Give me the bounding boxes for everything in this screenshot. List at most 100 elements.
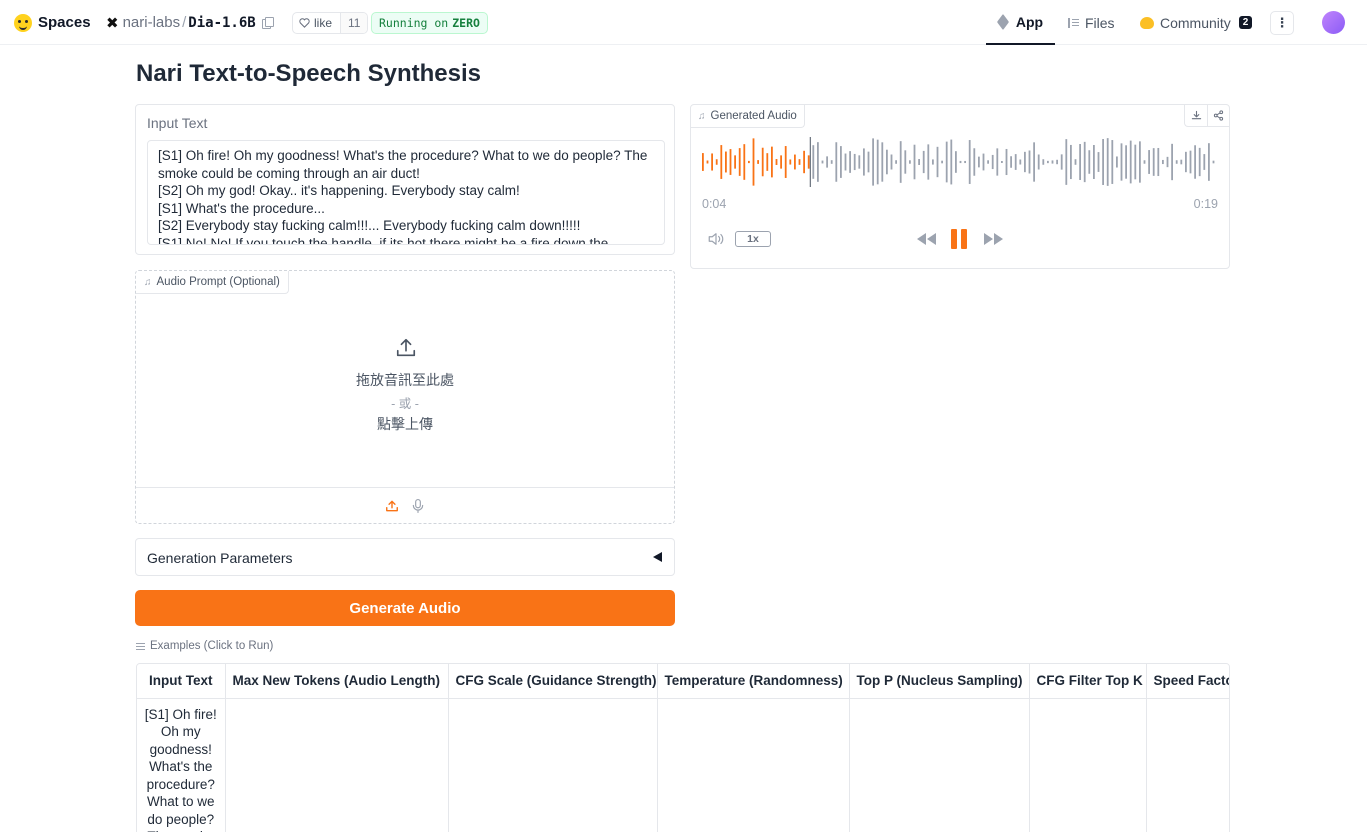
audio-prompt-label: Audio Prompt (Optional) xyxy=(156,276,280,288)
example-cell[interactable] xyxy=(1146,698,1229,832)
like-count[interactable]: 11 xyxy=(340,12,368,33)
waveform-bar xyxy=(922,150,925,174)
community-count-badge: 2 xyxy=(1238,16,1253,29)
hugging-face-logo-icon xyxy=(14,13,32,32)
waveform-bar xyxy=(945,141,948,183)
waveform-bar xyxy=(812,145,815,179)
waveform-bar xyxy=(743,144,746,180)
community-icon xyxy=(1140,16,1154,29)
example-cell[interactable] xyxy=(657,698,850,832)
skip-backward-button[interactable] xyxy=(915,229,937,249)
waveform-bar xyxy=(1120,143,1123,181)
waveform-bar xyxy=(978,156,980,168)
download-icon xyxy=(1191,110,1201,120)
waveform-bar xyxy=(748,160,750,164)
example-cell[interactable] xyxy=(448,698,658,832)
music-note-icon: ♫ xyxy=(698,110,706,122)
waveform-bar xyxy=(1051,160,1054,164)
avatar xyxy=(1322,11,1345,34)
waveform-bar xyxy=(1106,138,1109,186)
skip-forward-button[interactable] xyxy=(982,229,1004,249)
examples-header-row: Input Text Max New Tokens (Audio Length)… xyxy=(137,664,1229,699)
waveform-bar xyxy=(830,160,833,164)
generation-parameters-accordion[interactable]: Generation Parameters xyxy=(135,538,675,576)
pause-icon xyxy=(951,229,967,249)
waveform-bar xyxy=(886,149,888,175)
waveform-bar xyxy=(927,144,930,180)
waveform-bar xyxy=(1010,156,1012,168)
waveform-bar xyxy=(1116,156,1118,168)
example-input-text-cell[interactable]: [S1] Oh fire! Oh my goodness! What's the… xyxy=(137,698,226,832)
waveform-bar xyxy=(1042,159,1045,165)
download-button[interactable] xyxy=(1185,105,1207,126)
heart-icon xyxy=(299,17,310,28)
share-button[interactable] xyxy=(1207,105,1229,126)
waveform-bar xyxy=(1198,147,1201,177)
tab-community[interactable]: Community 2 xyxy=(1140,0,1253,45)
waveform-bar xyxy=(991,154,994,170)
waveform-bar xyxy=(784,146,787,178)
waveform-bar xyxy=(1194,145,1196,179)
input-text-textarea[interactable]: [S1] Oh fire! Oh my goodness! What's the… xyxy=(147,140,665,245)
volume-icon[interactable] xyxy=(707,231,725,247)
generated-audio-player: ♫ Generated Audio 0:04 0:19 1x xyxy=(690,104,1230,269)
like-widget: like 11 xyxy=(292,0,369,45)
repo-owner-link[interactable]: nari-labs xyxy=(123,14,181,31)
waveform-bar xyxy=(950,139,953,185)
playhead[interactable] xyxy=(809,137,811,187)
rewind-icon xyxy=(916,233,936,245)
tab-app[interactable]: App xyxy=(986,0,1055,45)
generate-audio-button[interactable]: Generate Audio xyxy=(135,590,675,626)
example-row[interactable]: [S1] Oh fire! Oh my goodness! What's the… xyxy=(137,698,1229,832)
waveform-bar xyxy=(964,160,966,164)
waveform-bar xyxy=(872,138,874,186)
waveform-bar xyxy=(780,155,782,169)
audio-prompt-dropzone[interactable]: ♫ Audio Prompt (Optional) 拖放音訊至此處 - 或 - … xyxy=(135,270,675,524)
waveform-bar xyxy=(720,145,723,179)
waveform-bar xyxy=(895,160,897,164)
waveform-bar xyxy=(821,160,824,164)
example-cell[interactable] xyxy=(1029,698,1147,832)
waveform-bar xyxy=(863,148,865,176)
waveform-bar xyxy=(1212,160,1215,164)
audio-waveform[interactable] xyxy=(701,137,1219,187)
waveform-bar xyxy=(1102,139,1104,185)
playback-rate-button[interactable]: 1x xyxy=(735,231,771,247)
waveform-bar xyxy=(987,160,989,164)
waveform-bar xyxy=(1037,154,1040,170)
waveform-bar xyxy=(844,153,847,171)
waveform-bar xyxy=(932,159,934,165)
spaces-logo-link[interactable]: Spaces xyxy=(14,0,91,45)
fast-forward-icon xyxy=(983,233,1003,245)
upload-source-icon[interactable] xyxy=(385,499,399,513)
input-text-block: Input Text [S1] Oh fire! Oh my goodness!… xyxy=(135,104,675,255)
waveform-bar xyxy=(1024,151,1026,173)
waveform-bar xyxy=(1111,140,1114,184)
waveform-bar xyxy=(1033,142,1035,182)
like-button[interactable]: like xyxy=(293,16,340,30)
upload-icon xyxy=(396,338,416,357)
waveform-bar xyxy=(959,160,962,164)
example-cell[interactable] xyxy=(225,698,449,832)
waveform-bar xyxy=(725,151,727,173)
example-cell[interactable] xyxy=(849,698,1030,832)
waveform-bar xyxy=(1060,154,1063,170)
music-note-icon: ♫ xyxy=(144,276,152,288)
examples-label: Examples (Click to Run) xyxy=(136,640,273,652)
copy-icon[interactable] xyxy=(261,16,274,29)
user-avatar-button[interactable] xyxy=(1322,0,1345,45)
waveform-bar xyxy=(702,153,704,171)
waveform-bar xyxy=(798,159,801,165)
pause-button[interactable] xyxy=(948,229,970,249)
repo-name-link[interactable]: Dia-1.6B xyxy=(188,15,255,31)
tab-files[interactable]: Files xyxy=(1068,0,1115,45)
running-status[interactable]: Running on ZERO xyxy=(371,0,488,45)
more-options-button[interactable]: ⋮ xyxy=(1270,0,1294,45)
waveform-bar xyxy=(775,159,778,165)
waveform-bar xyxy=(1166,156,1169,168)
waveform-bar xyxy=(1065,139,1068,185)
waveform-bar xyxy=(1125,145,1127,179)
microphone-icon[interactable] xyxy=(411,498,425,514)
click-upload-text[interactable]: 點擊上傳 xyxy=(136,414,674,434)
tab-community-label: Community xyxy=(1160,14,1231,31)
